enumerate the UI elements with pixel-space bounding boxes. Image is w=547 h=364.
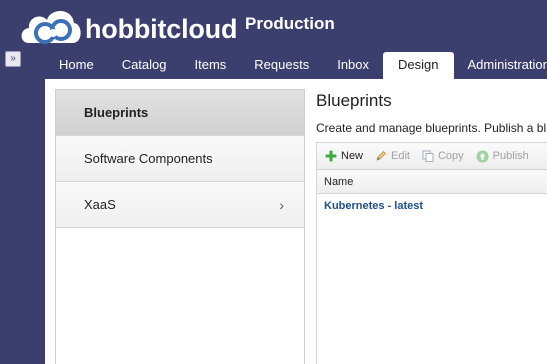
brand-name: hobbitcloud [85,14,238,44]
table-row[interactable]: Kubernetes - latest [317,194,547,218]
publish-button-label: Publish [492,150,529,162]
new-button[interactable]: New [325,150,363,162]
cloud-logo-icon [21,10,81,44]
blueprints-grid: Kubernetes - latest [316,194,547,364]
sidebar-item-blueprints[interactable]: Blueprints [56,90,304,136]
main-nav: Home Catalog Items Requests Inbox Design… [45,52,547,79]
blueprints-content: Blueprints Create and manage blueprints.… [316,79,547,364]
grid-toolbar: New Edit Copy Publish [316,142,547,170]
plus-icon [325,150,337,162]
page-title: Blueprints [316,91,392,110]
copy-button-label: Copy [437,150,464,162]
edit-button[interactable]: Edit [375,150,410,162]
sidebar-item-software-components[interactable]: Software Components [56,136,304,182]
copy-button[interactable]: Copy [422,150,464,162]
tab-administration[interactable]: Administration [454,52,547,79]
chevron-right-icon: › [279,197,284,213]
app-header: hobbitcloud Production [0,0,547,52]
sidebar-item-label: XaaS [84,197,116,212]
new-button-label: New [341,150,364,162]
publish-button[interactable]: Publish [476,150,529,163]
tab-home[interactable]: Home [45,52,108,79]
sidebar-item-label: Blueprints [84,105,149,120]
expand-panel-icon[interactable]: » [5,51,21,67]
column-header-name[interactable]: Name [316,170,547,194]
tab-catalog[interactable]: Catalog [108,52,181,79]
design-sidebar: Blueprints Software Components XaaS › [55,89,305,364]
tab-requests[interactable]: Requests [240,52,323,79]
sidebar-item-xaas[interactable]: XaaS › [56,182,304,228]
sidebar-item-label: Software Components [84,151,213,166]
pencil-icon [376,150,387,161]
main-panel: Blueprints Software Components XaaS › Bl… [45,79,547,364]
environment-label: Production [245,14,335,33]
tab-items[interactable]: Items [181,52,241,79]
tab-inbox[interactable]: Inbox [323,52,383,79]
edit-button-label: Edit [391,150,410,162]
copy-icon [422,150,434,162]
tab-design[interactable]: Design [383,52,454,79]
publish-arrow-icon [476,150,489,162]
page-description: Create and manage blueprints. Publish a … [316,121,547,135]
